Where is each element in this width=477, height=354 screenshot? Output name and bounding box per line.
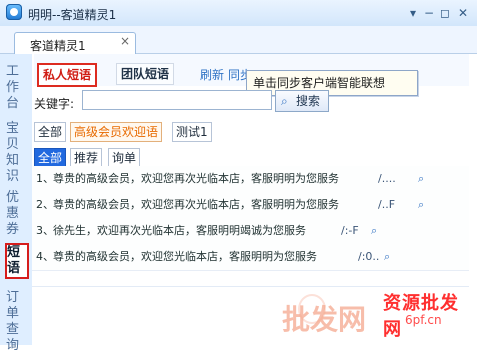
phrase-row[interactable]: 1、 尊贵的高级会员，欢迎您再次光临本店，客服明明为您服务 /.... ⌕: [32, 166, 469, 193]
tab-close-icon[interactable]: ×: [120, 34, 130, 48]
window-title: 明明--客道精灵1: [28, 8, 117, 22]
search-icon[interactable]: ⌕: [418, 166, 424, 192]
phrase-row-index: 1、: [36, 172, 54, 185]
search-icon: ⌕: [281, 94, 288, 108]
tab-team-phrases[interactable]: 团队短语: [116, 63, 175, 85]
phrase-row-text: 尊贵的高级会员，欢迎您再次光临本店，客服明明为您服务: [53, 172, 339, 185]
phrase-row-text: 尊贵的高级会员，欢迎您光临本店，客服明明为您服务: [53, 250, 317, 263]
keyword-input[interactable]: [82, 90, 272, 110]
main-tab[interactable]: 客道精灵1 ×: [14, 32, 136, 55]
phrase-row-text: 尊贵的高级会员，欢迎您再次光临本店，客服明明为您服务: [53, 198, 339, 211]
filter-test1[interactable]: 测试1: [172, 122, 212, 142]
sidebar-item-workbench[interactable]: 工作台: [6, 64, 24, 112]
minimize-icon[interactable]: −: [421, 5, 437, 21]
phrase-row-meta: /..F: [378, 198, 396, 211]
sidebar-item-phrases[interactable]: 短语: [5, 243, 29, 279]
phrase-row[interactable]: 4、 尊贵的高级会员，欢迎您光临本店，客服明明为您服务 /:0.. ⌕: [32, 244, 469, 271]
phrase-row-index: 3、: [36, 224, 54, 237]
main-tab-label: 客道精灵1: [30, 39, 86, 53]
tab-private-phrases[interactable]: 私人短语: [37, 63, 98, 87]
search-icon[interactable]: ⌕: [371, 218, 377, 244]
search-button-label: 搜索: [296, 94, 321, 108]
title-bar: 明明--客道精灵1 ▾ − ◻ ✕: [0, 0, 477, 27]
tab-bar: 客道精灵1 ×: [0, 26, 477, 55]
search-icon[interactable]: ⌕: [418, 192, 424, 218]
menu-icon[interactable]: ▾: [405, 5, 421, 21]
filter-recommend[interactable]: 推荐: [70, 148, 103, 168]
sidebar-item-order-query[interactable]: 订单查询: [6, 290, 24, 354]
filter-vip-welcome[interactable]: 高级会员欢迎语: [70, 122, 163, 142]
phrase-row-meta: /:0..: [358, 250, 380, 263]
phrase-row-text: 徐先生，欢迎再次光临本店，客服明明竭诚为您服务: [53, 224, 306, 237]
sidebar-item-product-knowledge[interactable]: 宝贝知识: [6, 121, 24, 185]
phrase-row-meta: /....: [378, 172, 396, 185]
keyword-label: 关键字:: [34, 97, 75, 111]
sidebar-item-coupon[interactable]: 优惠券: [6, 190, 24, 238]
filter-all-groups[interactable]: 全部: [34, 122, 67, 142]
phrase-row[interactable]: 2、 尊贵的高级会员，欢迎您再次光临本店，客服明明为您服务 /..F ⌕: [32, 192, 469, 219]
search-button[interactable]: ⌕ 搜索: [275, 90, 329, 112]
refresh-link[interactable]: 刷新: [200, 66, 224, 83]
search-icon[interactable]: ⌕: [384, 244, 390, 270]
filter-inquiry[interactable]: 询单: [108, 148, 141, 168]
close-icon[interactable]: ✕: [455, 5, 471, 21]
sidebar: 工作台 宝贝知识 优惠券 短语 订单查询: [0, 54, 33, 353]
app-icon: [6, 4, 22, 20]
phrase-row-meta: /:-F: [341, 224, 359, 237]
phrase-row-index: 2、: [36, 198, 54, 211]
watermark-small-text: 6pf.cn: [405, 313, 442, 327]
phrase-row[interactable]: 3、 徐先生，欢迎再次光临本店，客服明明竭诚为您服务 /:-F ⌕: [32, 218, 469, 245]
watermark-big-text: 批发网: [282, 303, 367, 336]
list-bottom-divider: [32, 286, 469, 287]
filter-all-types[interactable]: 全部: [34, 148, 67, 168]
phrase-row-index: 4、: [36, 250, 54, 263]
restore-icon[interactable]: ◻: [437, 5, 453, 21]
